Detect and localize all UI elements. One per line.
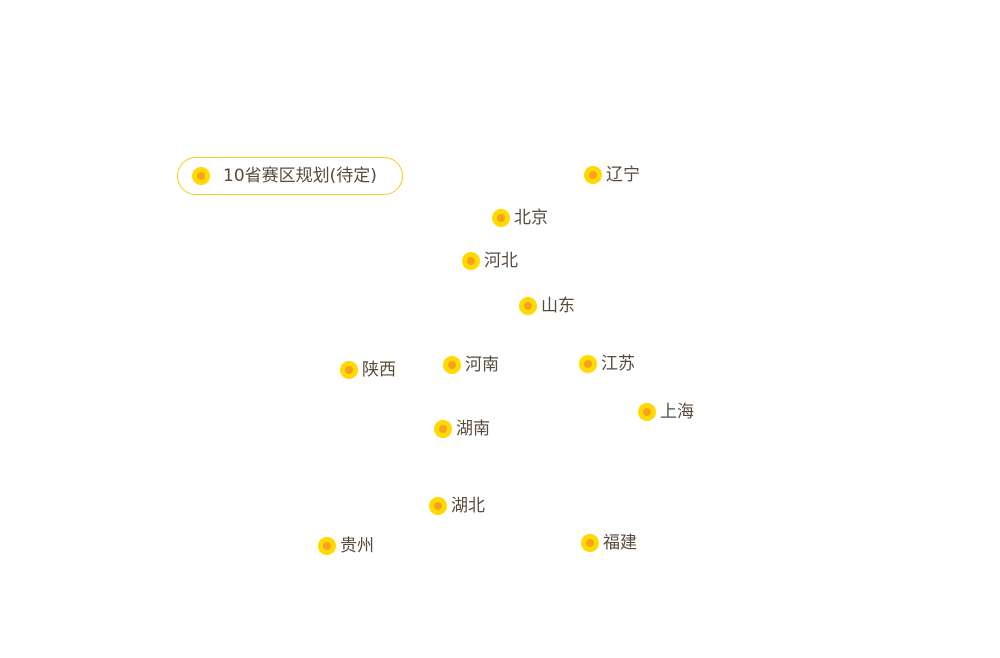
province-label: 北京 xyxy=(514,208,548,228)
province-label: 福建 xyxy=(603,533,637,553)
province-label: 河南 xyxy=(465,355,499,375)
province-label: 贵州 xyxy=(340,536,374,556)
marker-dot-icon xyxy=(492,209,510,227)
province-label: 湖南 xyxy=(456,419,490,439)
legend-dot-icon xyxy=(192,167,210,185)
province-label: 上海 xyxy=(660,402,694,422)
legend-label: 10省赛区规划(待定) xyxy=(223,166,377,186)
province-label: 湖北 xyxy=(451,496,485,516)
marker-dot-icon xyxy=(584,166,602,184)
province-label: 陕西 xyxy=(362,360,396,380)
marker-dot-icon xyxy=(443,356,461,374)
marker-dot-icon xyxy=(318,537,336,555)
marker-dot-icon xyxy=(638,403,656,421)
legend-pill[interactable]: 10省赛区规划(待定) xyxy=(177,157,403,195)
marker-dot-icon xyxy=(340,361,358,379)
marker-dot-icon xyxy=(462,252,480,270)
province-label: 山东 xyxy=(541,296,575,316)
province-label: 江苏 xyxy=(601,354,635,374)
marker-dot-icon xyxy=(579,355,597,373)
marker-dot-icon xyxy=(519,297,537,315)
marker-dot-icon xyxy=(581,534,599,552)
map-canvas: 10省赛区规划(待定) 辽宁 北京 河北 山东 陕西 河南 江苏 上海 湖南 湖 xyxy=(0,0,1000,658)
marker-dot-icon xyxy=(429,497,447,515)
province-label: 辽宁 xyxy=(606,165,640,185)
province-label: 河北 xyxy=(484,251,518,271)
marker-dot-icon xyxy=(434,420,452,438)
